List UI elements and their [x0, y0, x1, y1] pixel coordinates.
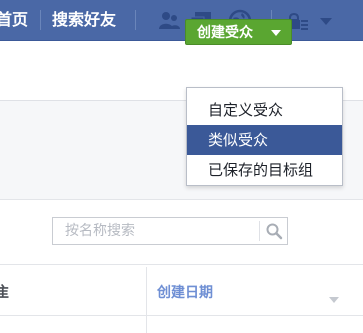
top-navbar: 首页 搜索好友 — [0, 0, 363, 41]
search-divider — [259, 221, 260, 241]
search-box — [52, 217, 288, 245]
chevron-down-icon[interactable] — [328, 289, 340, 308]
search-input[interactable] — [53, 218, 258, 244]
nav-divider — [40, 10, 41, 30]
menu-item-lookalike-audience[interactable]: 类似受众 — [187, 125, 342, 155]
nav-divider — [135, 10, 136, 30]
account-menu-icon[interactable] — [318, 13, 334, 29]
column-header-name[interactable]: 隹 — [0, 282, 9, 302]
nav-home-link[interactable]: 首页 — [0, 10, 28, 30]
column-divider — [146, 267, 147, 333]
table-row — [0, 316, 363, 333]
menu-item-saved-target-groups[interactable]: 已保存的目标组 — [187, 155, 342, 185]
column-header-created-date[interactable]: 创建日期 — [157, 283, 213, 303]
menu-item-custom-audience[interactable]: 自定义受众 — [187, 95, 342, 125]
search-icon[interactable] — [265, 222, 283, 240]
nav-find-friends-link[interactable]: 搜索好友 — [52, 10, 116, 30]
create-audience-button[interactable]: 创建受众 — [185, 19, 292, 45]
chevron-down-icon — [271, 30, 281, 36]
friend-requests-icon[interactable] — [156, 8, 182, 34]
create-audience-menu: 自定义受众 类似受众 已保存的目标组 — [186, 87, 343, 186]
create-audience-label: 创建受众 — [197, 25, 253, 41]
